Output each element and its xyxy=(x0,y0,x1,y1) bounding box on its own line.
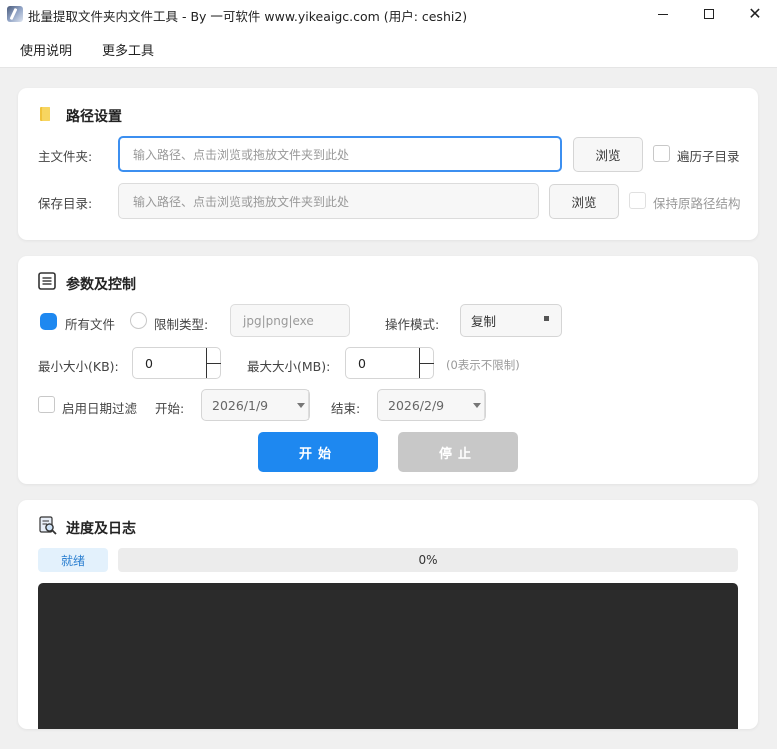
log-search-icon xyxy=(39,516,57,535)
end-date-picker[interactable]: 2026/2/9 xyxy=(377,389,486,421)
size-hint: (0表示不限制) xyxy=(446,358,520,372)
dropdown-icon xyxy=(544,316,549,321)
close-button[interactable]: ✕ xyxy=(732,0,777,28)
main-folder-placeholder: 输入路径、点击浏览或拖放文件夹到此处 xyxy=(133,147,350,162)
path-settings-card: 路径设置 主文件夹: 输入路径、点击浏览或拖放文件夹到此处 浏览 遍历子目录 保… xyxy=(18,88,758,240)
start-date-picker[interactable]: 2026/1/9 xyxy=(201,389,310,421)
date-filter-checkbox[interactable] xyxy=(38,396,55,413)
save-dir-placeholder: 输入路径、点击浏览或拖放文件夹到此处 xyxy=(133,194,350,209)
calendar-dropdown-icon xyxy=(473,403,481,408)
all-files-label: 所有文件 xyxy=(65,317,116,332)
browse-main-folder-button[interactable]: 浏览 xyxy=(573,137,643,172)
minimize-icon xyxy=(658,13,668,15)
minimize-button[interactable] xyxy=(640,0,686,28)
progress-card: 进度及日志 就绪 0% xyxy=(18,500,758,729)
start-date-value: 2026/1/9 xyxy=(212,397,269,413)
limit-type-radio[interactable] xyxy=(130,312,147,329)
menu-bar: 使用说明 更多工具 xyxy=(0,28,777,68)
menu-item-help[interactable]: 使用说明 xyxy=(20,40,72,59)
window-title: 批量提取文件夹内文件工具 - By 一可软件 www.yikeaigc.com … xyxy=(28,9,468,24)
maximize-button[interactable] xyxy=(686,0,732,28)
traverse-subdirs-checkbox[interactable] xyxy=(653,145,670,162)
folder-icon xyxy=(40,107,50,121)
progress-percent: 0% xyxy=(418,553,438,567)
keep-structure-checkbox[interactable] xyxy=(629,192,646,209)
limit-type-label: 限制类型: xyxy=(154,317,209,332)
status-badge: 就绪 xyxy=(38,548,108,572)
menu-item-more-tools[interactable]: 更多工具 xyxy=(102,40,154,59)
close-icon: ✕ xyxy=(748,4,762,23)
app-icon xyxy=(7,6,23,22)
end-date-value: 2026/2/9 xyxy=(388,397,445,413)
limit-type-placeholder: jpg|png|exe xyxy=(243,313,314,328)
save-dir-input[interactable]: 输入路径、点击浏览或拖放文件夹到此处 xyxy=(118,183,539,219)
maximize-icon xyxy=(704,9,714,19)
min-size-stepper[interactable]: 0 xyxy=(132,347,221,379)
start-date-label: 开始: xyxy=(155,401,185,416)
min-size-stepper-arrows[interactable] xyxy=(206,348,221,378)
main-folder-input[interactable]: 输入路径、点击浏览或拖放文件夹到此处 xyxy=(118,136,562,172)
traverse-subdirs-label: 遍历子目录 xyxy=(677,149,740,164)
min-size-value: 0 xyxy=(145,355,153,371)
stop-button[interactable]: 停止 xyxy=(398,432,518,472)
calendar-dropdown-icon xyxy=(297,403,305,408)
title-bar: 批量提取文件夹内文件工具 - By 一可软件 www.yikeaigc.com … xyxy=(0,0,777,28)
browse-save-dir-button[interactable]: 浏览 xyxy=(549,184,619,219)
all-files-radio[interactable] xyxy=(40,313,57,330)
progress-bar: 0% xyxy=(118,548,738,572)
keep-structure-label: 保持原路径结构 xyxy=(653,196,741,211)
log-area[interactable] xyxy=(38,583,738,729)
progress-title: 进度及日志 xyxy=(66,521,136,537)
max-size-stepper-arrows[interactable] xyxy=(419,348,434,378)
max-size-stepper[interactable]: 0 xyxy=(345,347,434,379)
limit-type-input[interactable]: jpg|png|exe xyxy=(230,304,350,337)
params-card: 参数及控制 所有文件 限制类型: jpg|png|exe 操作模式: 复制 最小… xyxy=(18,256,758,484)
main-folder-label: 主文件夹: xyxy=(38,149,93,164)
list-icon xyxy=(38,272,56,290)
params-title: 参数及控制 xyxy=(66,277,136,293)
save-dir-label: 保存目录: xyxy=(38,196,93,211)
mode-select[interactable]: 复制 xyxy=(460,304,562,337)
start-button[interactable]: 开始 xyxy=(258,432,378,472)
end-date-label: 结束: xyxy=(331,401,361,416)
max-size-value: 0 xyxy=(358,355,366,371)
min-size-label: 最小大小(KB): xyxy=(38,359,119,374)
mode-value: 复制 xyxy=(471,314,497,329)
max-size-label: 最大大小(MB): xyxy=(247,359,331,374)
date-filter-label: 启用日期过滤 xyxy=(62,401,138,416)
mode-label: 操作模式: xyxy=(385,317,440,332)
path-settings-title: 路径设置 xyxy=(66,109,122,125)
